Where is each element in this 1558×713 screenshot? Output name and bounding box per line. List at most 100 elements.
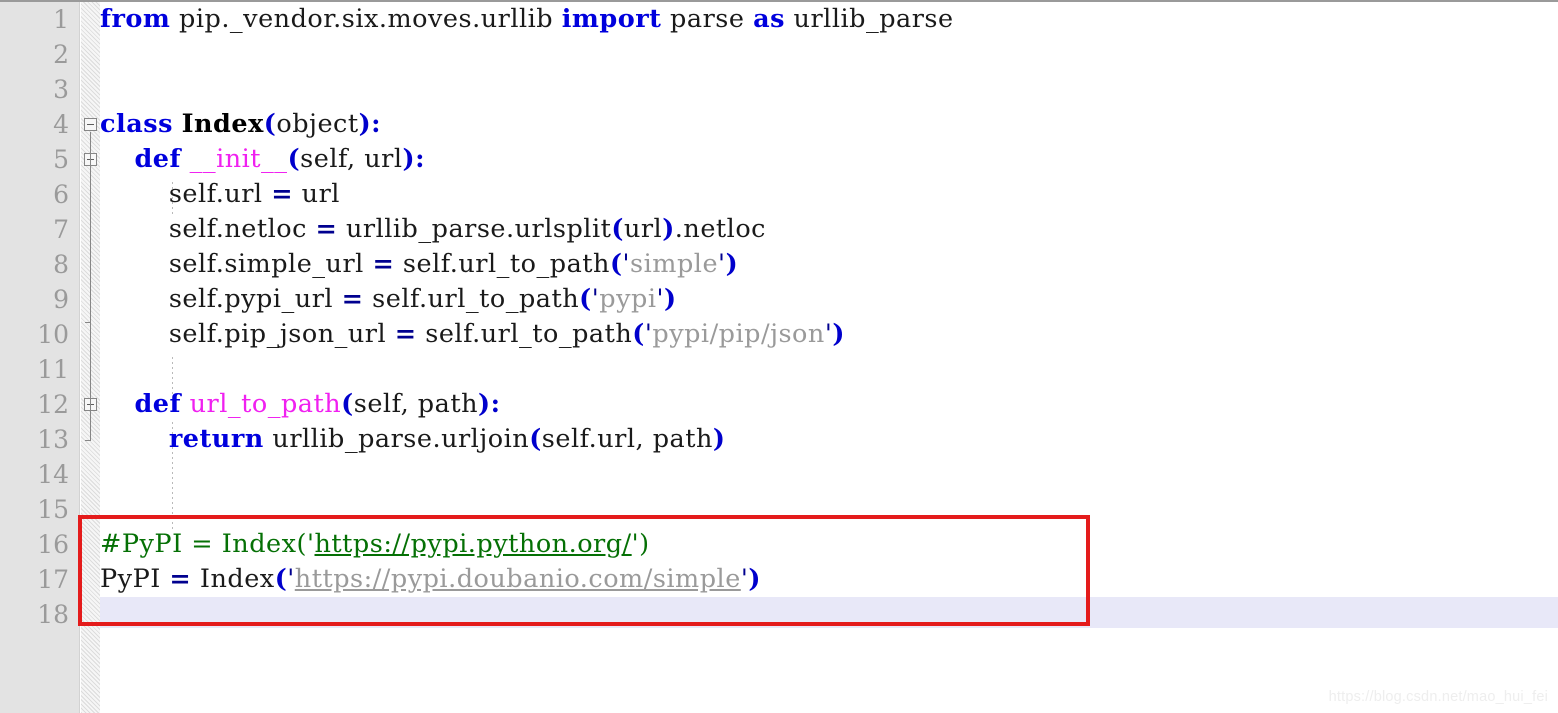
code-token: ) — [748, 564, 761, 594]
current-line-highlight — [100, 597, 1558, 628]
line-number: 12 — [37, 390, 69, 419]
code-token: Index — [181, 109, 264, 139]
code-token: https://pypi.doubanio.com/simple — [294, 564, 741, 594]
code-token: object — [276, 109, 359, 139]
line-number: 18 — [37, 600, 69, 629]
code-token: url_to_path — [189, 389, 342, 419]
code-token: simple — [630, 249, 719, 279]
fold-region-end-tick — [85, 322, 91, 323]
fold-toggle-icon[interactable] — [84, 118, 97, 131]
code-token: ' — [287, 564, 295, 594]
code-line[interactable]: self.pip_json_url = self.url_to_path('py… — [100, 317, 845, 352]
line-number: 17 — [37, 565, 69, 594]
code-token: parse — [661, 4, 754, 34]
code-folding-gutter[interactable] — [81, 2, 100, 713]
line-number: 16 — [37, 530, 69, 559]
fold-region-line — [90, 132, 91, 440]
code-token: #PyPI = Index(' — [100, 529, 315, 559]
code-token: from — [100, 4, 171, 34]
code-token: ' — [718, 249, 726, 279]
code-token: = — [341, 284, 364, 314]
code-token: urllib_parse.urljoin — [263, 424, 530, 454]
code-token: self.netloc — [100, 214, 316, 244]
code-editor[interactable]: 1 2 3 4 5 6 7 8 9 10 11 12 13 14 15 16 17 18 from pip._ve… — [0, 0, 1558, 713]
code-line[interactable]: self.netloc = urllib_parse.urlsplit(url)… — [100, 212, 766, 247]
code-line[interactable]: PyPI = Index('https://pypi.doubanio.com/… — [100, 562, 761, 597]
code-line[interactable]: def __init__(self, url): — [100, 142, 425, 177]
code-token: __init__ — [189, 144, 288, 174]
code-line[interactable]: #PyPI = Index('https://pypi.python.org/'… — [100, 527, 650, 562]
code-token: urllib_parse.urlsplit — [337, 214, 612, 244]
code-token: : — [371, 109, 382, 139]
code-token: return — [168, 424, 264, 454]
code-token: ( — [341, 389, 354, 419]
code-token: ( — [287, 144, 301, 174]
line-number-gutter: 1 2 3 4 5 6 7 8 9 10 11 12 13 14 15 16 17 18 — [0, 2, 80, 713]
code-token: ) — [664, 284, 677, 314]
code-token: ( — [263, 109, 277, 139]
line-number: 3 — [53, 75, 69, 104]
code-token: self.url — [100, 179, 272, 209]
line-number: 9 — [53, 285, 69, 314]
code-token: = — [394, 319, 417, 349]
line-number: 14 — [37, 460, 69, 489]
code-token: ) — [402, 144, 416, 174]
code-line[interactable]: def url_to_path(self, path): — [100, 387, 501, 422]
code-token: ) — [712, 424, 726, 454]
code-line[interactable]: from pip._vendor.six.moves.urllib import… — [100, 2, 954, 37]
code-token: ) — [478, 389, 491, 419]
code-token: as — [753, 4, 785, 34]
code-token: : — [415, 144, 425, 174]
code-line[interactable]: self.pypi_url = self.url_to_path('pypi') — [100, 282, 677, 317]
code-line[interactable]: class Index(object): — [100, 107, 381, 142]
code-token: self.url_to_path — [394, 249, 610, 279]
code-token: ( — [632, 319, 645, 349]
line-number: 7 — [53, 215, 69, 244]
code-token: ( — [529, 424, 542, 454]
code-token: pip._vendor.six.moves.urllib — [170, 4, 562, 34]
line-number: 1 — [53, 5, 69, 34]
code-token: Index — [191, 564, 275, 594]
code-token: url — [623, 214, 663, 244]
code-line[interactable]: return urllib_parse.urljoin(self.url, pa… — [100, 422, 726, 457]
code-token: self.url_to_path — [416, 319, 633, 349]
code-token: self.pypi_url — [100, 284, 342, 314]
code-token: def — [134, 389, 181, 419]
code-token: ( — [611, 214, 624, 244]
code-line[interactable]: self.simple_url = self.url_to_path('simp… — [100, 247, 738, 282]
code-token: ) — [832, 319, 845, 349]
code-token: self, path — [353, 389, 479, 419]
code-token: = — [315, 214, 338, 244]
code-token: urllib_parse — [784, 4, 954, 34]
code-token: ( — [579, 284, 592, 314]
line-number: 6 — [53, 180, 69, 209]
code-token: self.url, path — [541, 424, 713, 454]
code-token: import — [561, 4, 662, 34]
code-token: ( — [274, 564, 288, 594]
code-token: = — [271, 179, 294, 209]
code-token: self, url — [300, 144, 403, 174]
code-token: = — [169, 564, 192, 594]
code-token: url — [293, 179, 340, 209]
line-number: 15 — [37, 495, 69, 524]
line-number: 8 — [53, 250, 69, 279]
fold-region-end-tick — [85, 440, 91, 441]
code-token: self.simple_url — [100, 249, 373, 279]
code-token: class — [100, 109, 173, 139]
line-number: 11 — [37, 355, 69, 384]
code-token: PyPI — [100, 564, 170, 594]
code-token: self.url_to_path — [363, 284, 580, 314]
code-line[interactable]: self.url = url — [100, 177, 340, 212]
line-number: 5 — [53, 145, 69, 174]
line-number: 2 — [53, 40, 69, 69]
code-token: https://pypi.python.org/ — [314, 529, 632, 559]
code-token: .netloc — [674, 214, 766, 244]
code-token: ) — [725, 249, 739, 279]
code-content-area[interactable]: from pip._vendor.six.moves.urllib import… — [100, 2, 1558, 713]
line-number: 10 — [37, 320, 69, 349]
